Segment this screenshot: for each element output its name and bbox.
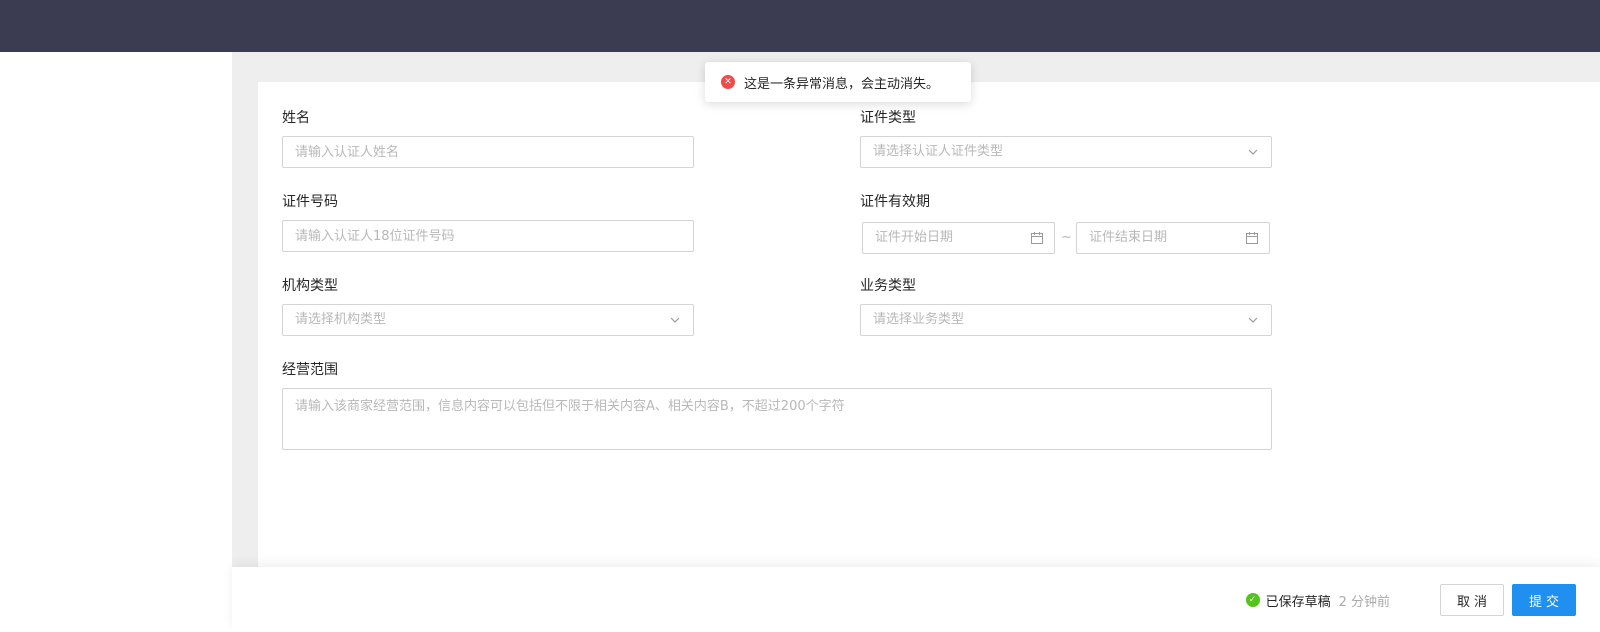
draft-saved-text: 已保存草稿 bbox=[1265, 594, 1331, 610]
check-circle-icon: ✓ bbox=[1245, 593, 1260, 607]
org-type-field: 机构类型 bbox=[282, 276, 338, 296]
id-validity-field: 证件有效期 bbox=[860, 192, 930, 212]
draft-status: ✓ 已保存草稿 2 分钟前 bbox=[1245, 590, 1390, 610]
footer-bar: ✓ 已保存草稿 2 分钟前 取消 提交 bbox=[232, 567, 1600, 632]
biz-type-select[interactable]: 请选择业务类型 bbox=[860, 304, 1272, 336]
id-type-select[interactable]: 请选择认证人证件类型 bbox=[860, 136, 1272, 168]
chevron-down-icon bbox=[670, 317, 680, 323]
form-card: 姓名 证件类型 请选择认证人证件类型 证件号码 证件有效期 证件开始日期 ~ 证… bbox=[258, 82, 1600, 567]
id-type-placeholder: 请选择认证人证件类型 bbox=[873, 144, 1004, 159]
scope-field: 经营范围 bbox=[282, 360, 338, 380]
scope-textarea[interactable] bbox=[282, 388, 1272, 450]
name-input[interactable] bbox=[282, 136, 694, 168]
id-validity-label: 证件有效期 bbox=[860, 194, 930, 210]
name-label: 姓名 bbox=[282, 110, 310, 126]
calendar-icon bbox=[1031, 232, 1043, 244]
submit-button[interactable]: 提交 bbox=[1512, 584, 1576, 616]
chevron-down-icon bbox=[1248, 149, 1258, 155]
draft-saved-time: 2 分钟前 bbox=[1338, 594, 1390, 610]
id-type-field: 证件类型 bbox=[860, 108, 916, 128]
org-type-placeholder: 请选择机构类型 bbox=[295, 312, 387, 327]
cancel-button[interactable]: 取消 bbox=[1440, 584, 1504, 616]
end-date-placeholder: 证件结束日期 bbox=[1089, 230, 1168, 245]
scope-label: 经营范围 bbox=[282, 362, 338, 378]
id-number-field: 证件号码 bbox=[282, 192, 338, 212]
error-circle-icon: ✕ bbox=[721, 75, 735, 89]
biz-type-label: 业务类型 bbox=[860, 278, 916, 294]
id-number-input[interactable] bbox=[282, 220, 694, 252]
sidebar bbox=[0, 52, 232, 567]
error-toast: ✕ 这是一条异常消息，会主动消失。 bbox=[705, 62, 971, 102]
end-date-picker[interactable]: 证件结束日期 bbox=[1076, 222, 1270, 254]
id-type-label: 证件类型 bbox=[860, 110, 916, 126]
content-area: 姓名 证件类型 请选择认证人证件类型 证件号码 证件有效期 证件开始日期 ~ 证… bbox=[232, 52, 1600, 567]
date-range-separator: ~ bbox=[1061, 230, 1072, 245]
chevron-down-icon bbox=[1248, 317, 1258, 323]
start-date-placeholder: 证件开始日期 bbox=[875, 230, 954, 245]
top-navigation-bar bbox=[0, 0, 1600, 52]
toast-message: 这是一条异常消息，会主动消失。 bbox=[744, 76, 940, 92]
calendar-icon bbox=[1246, 232, 1258, 244]
biz-type-placeholder: 请选择业务类型 bbox=[873, 312, 965, 327]
start-date-picker[interactable]: 证件开始日期 bbox=[862, 222, 1055, 254]
name-field: 姓名 bbox=[282, 108, 310, 128]
org-type-select[interactable]: 请选择机构类型 bbox=[282, 304, 694, 336]
org-type-label: 机构类型 bbox=[282, 278, 338, 294]
id-number-label: 证件号码 bbox=[282, 194, 338, 210]
biz-type-field: 业务类型 bbox=[860, 276, 916, 296]
